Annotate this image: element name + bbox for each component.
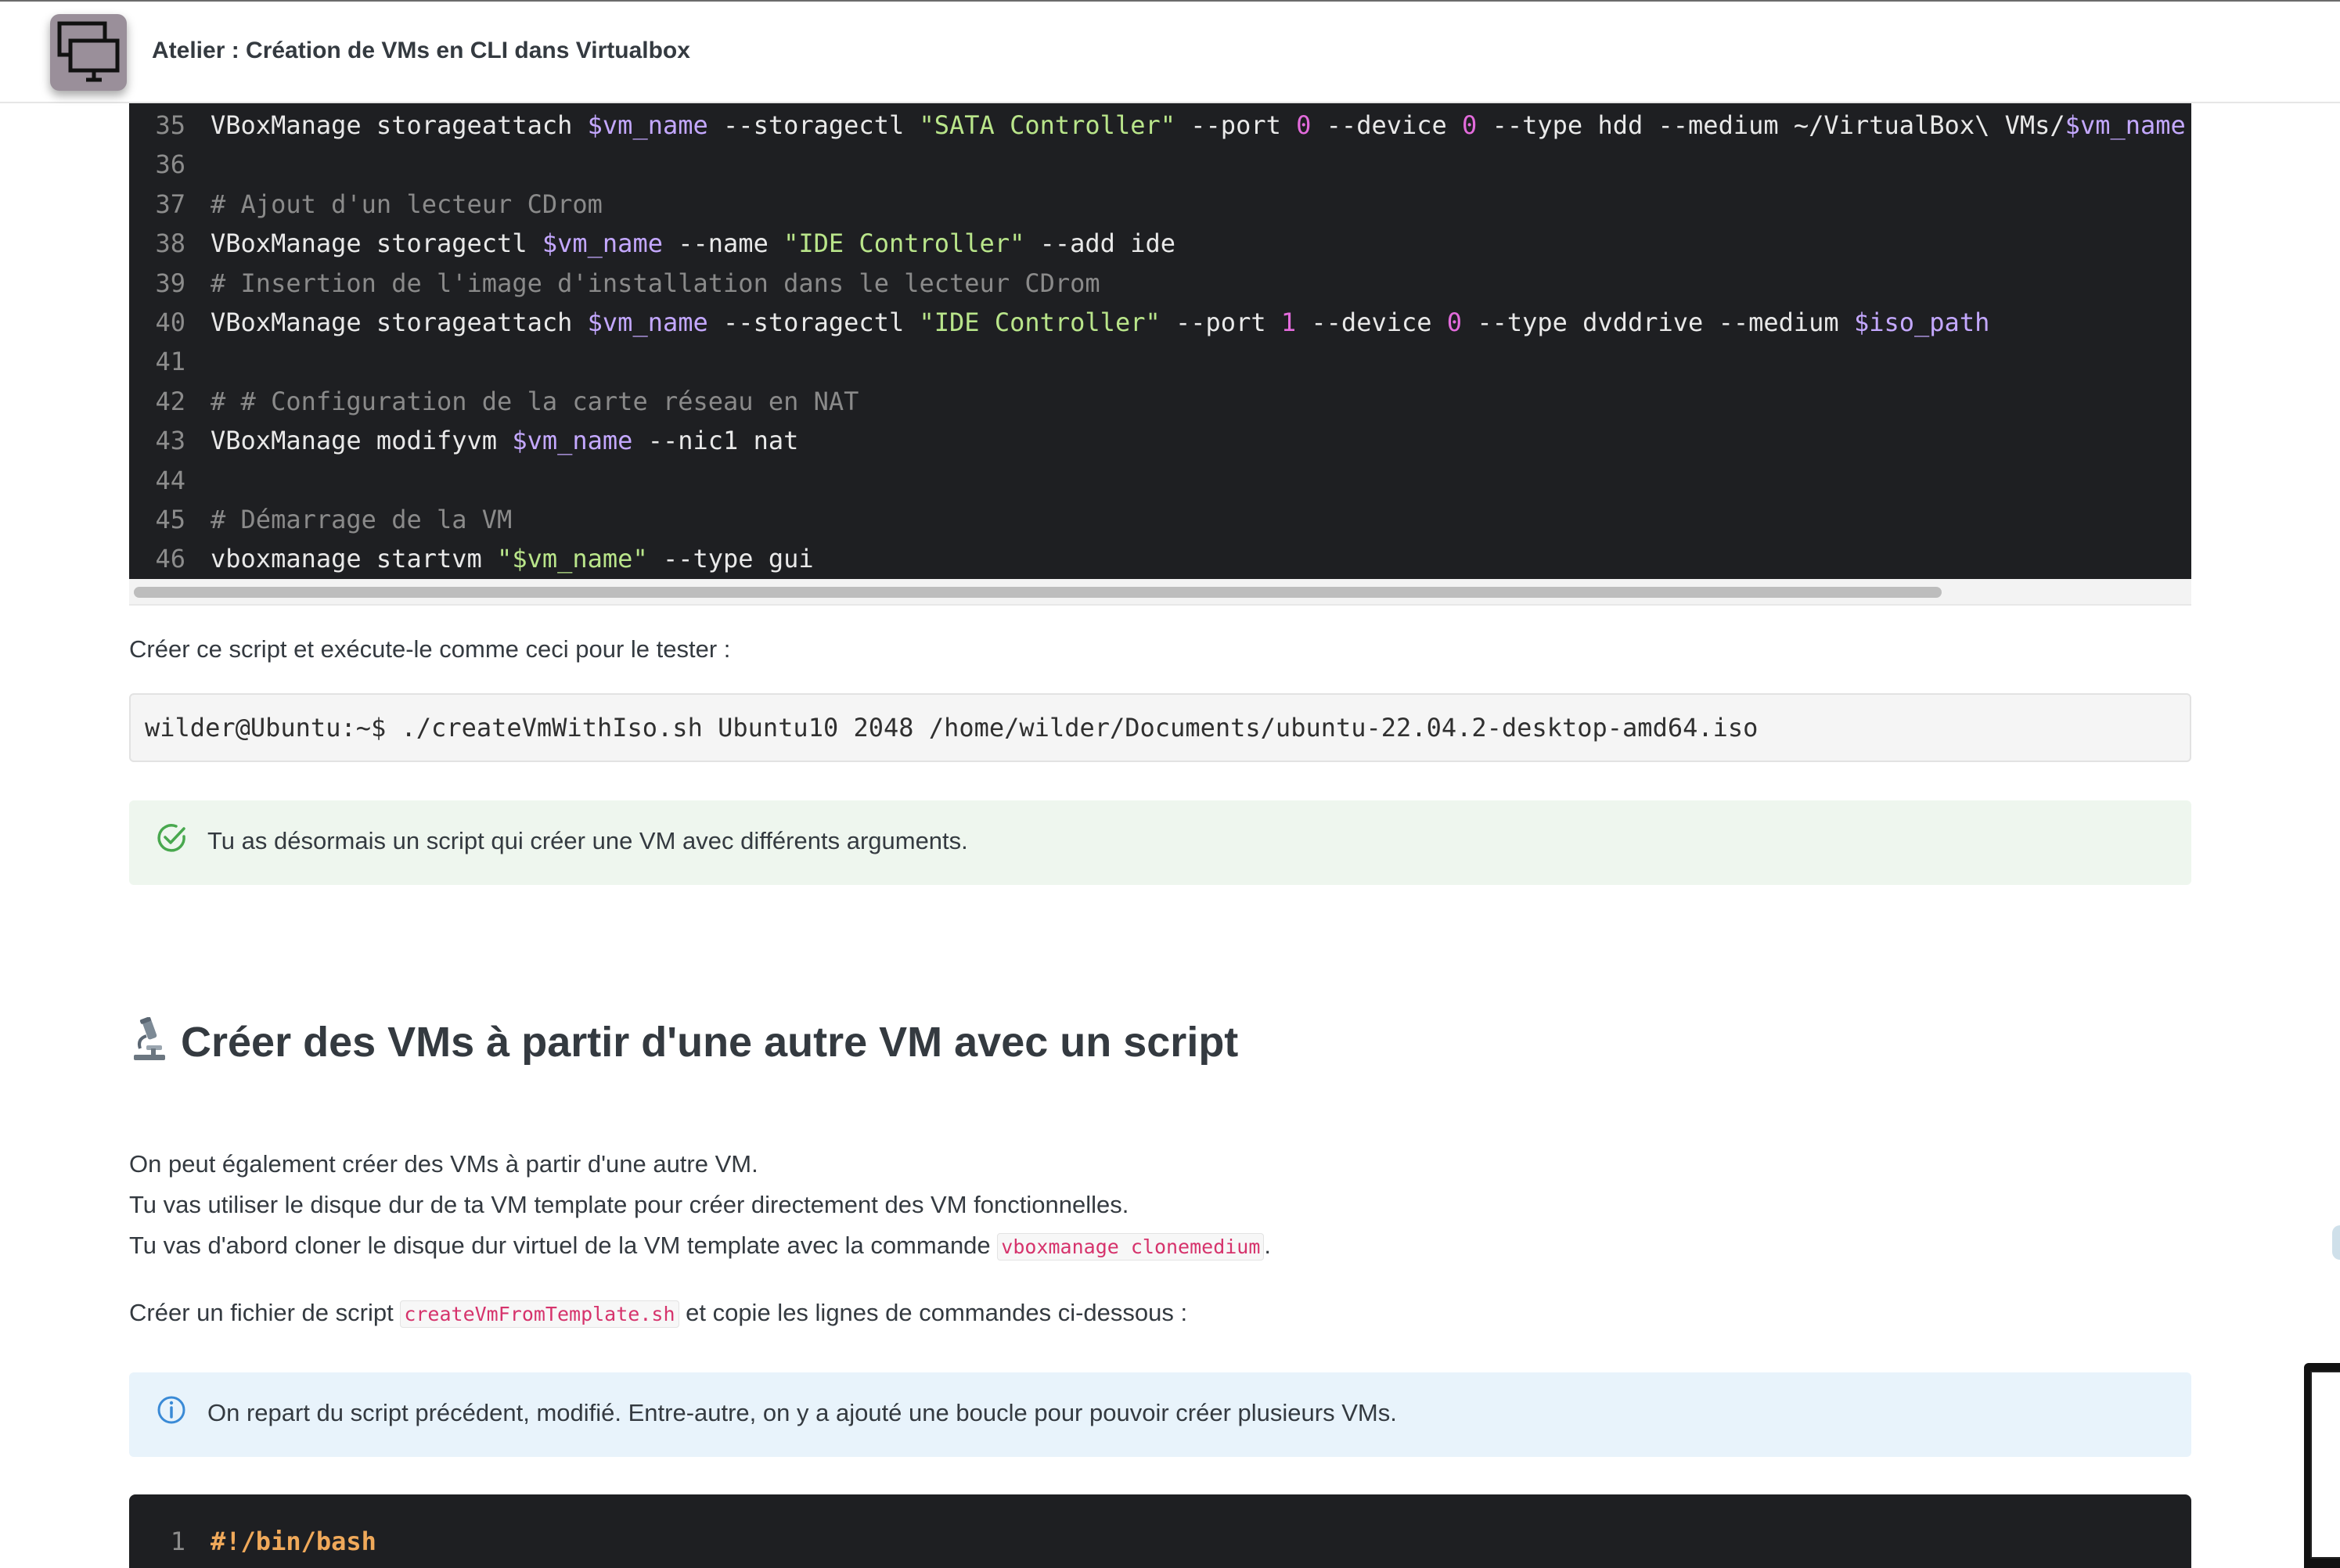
line-number: 37 (155, 189, 185, 219)
code-token: #!/bin/bash (211, 1527, 376, 1556)
paragraph-create-script-suffix: et copie les lignes de commandes ci-dess… (679, 1299, 1188, 1326)
code-line: 45 # Démarrage de la VM (129, 501, 512, 538)
info-circle-icon (157, 1396, 185, 1424)
line-number: 44 (155, 465, 185, 495)
section-heading: Créer des VMs à partir d'une autre VM av… (129, 1017, 1238, 1066)
microscope-icon (134, 1017, 165, 1060)
code-token: "IDE Controller" (783, 228, 1025, 259)
code-line: 35 VBoxManage storageattach $vm_name --st… (129, 106, 2186, 144)
line-number: 36 (155, 149, 185, 180)
code-token: $vm_name (587, 307, 708, 337)
side-panel-fragment[interactable] (2304, 1363, 2340, 1568)
paragraph-line-2: Tu vas utiliser le disque dur de ta VM t… (129, 1191, 1129, 1218)
paragraph-line-1: On peut également créer des VMs à partir… (129, 1150, 758, 1178)
code-token: --nic1 nat (632, 426, 799, 456)
code-token: --type gui (647, 544, 814, 574)
line-number: 42 (155, 386, 185, 416)
check-circle-icon (157, 824, 185, 852)
paragraph-line-3-suffix: . (1264, 1232, 1272, 1259)
code-token: "IDE Controller" (919, 307, 1161, 337)
code-token: --device (1296, 307, 1447, 337)
code-token: --storagectl (707, 110, 920, 140)
line-number: 39 (155, 268, 185, 298)
top-bar: Atelier : Création de VMs en CLI dans Vi… (0, 0, 2340, 103)
code-token: $vm_name (542, 228, 663, 259)
code-token: VBoxManage modifyvm (211, 426, 513, 456)
success-callout-text: Tu as désormais un script qui créer une … (207, 827, 968, 854)
side-widget-edge[interactable] (2332, 1225, 2340, 1260)
code-token: # # Configuration de la carte réseau en … (211, 386, 859, 416)
code-line: 40 VBoxManage storageattach $vm_name --st… (129, 304, 1989, 341)
code-line: 46 vboxmanage startvm "$vm_name" --type g… (129, 540, 814, 577)
code-token: # Insertion de l'image d'installation da… (211, 268, 1100, 298)
code-line: 44 (129, 462, 211, 499)
code-line: 42 # # Configuration de la carte réseau e… (129, 383, 859, 420)
paragraph-create-script: Créer un fichier de script createVmFromT… (129, 1299, 1188, 1328)
code-token: "$vm_name" (497, 544, 648, 574)
section-heading-text: Créer des VMs à partir d'une autre VM av… (181, 1019, 1239, 1066)
line-number: 45 (155, 505, 185, 534)
run-script-paragraph: Créer ce script et exécute-le comme ceci… (129, 635, 731, 663)
code-token: --port (1160, 307, 1281, 337)
code-token: --type dvddrive --medium (1462, 307, 1854, 337)
paragraph-create-script-prefix: Créer un fichier de script (129, 1299, 401, 1326)
code-token: 0 (1296, 110, 1312, 140)
document-title: Atelier : Création de VMs en CLI dans Vi… (152, 38, 690, 63)
info-callout: On repart du script précédent, modifié. … (129, 1372, 2191, 1457)
line-number: 40 (155, 307, 185, 337)
code-token: $iso_path (1853, 307, 1990, 337)
code-token: --add ide (1024, 228, 1175, 259)
code-token: --device (1311, 110, 1463, 140)
code-token: --name (662, 228, 784, 259)
code-token: 1 (1280, 307, 1297, 337)
code-token: $vm_name (512, 426, 633, 456)
code-line: 36 (129, 146, 211, 183)
code-block-create-vm-from-template: 1 #!/bin/bash (129, 1494, 2191, 1568)
code-token: VBoxManage storagectl (211, 228, 542, 259)
code-token: 0 (1446, 307, 1463, 337)
paragraph-line-3-prefix: Tu vas d'abord cloner le disque dur virt… (129, 1232, 998, 1259)
inline-code-script-filename: createVmFromTemplate.sh (400, 1300, 679, 1328)
line-number: 35 (155, 110, 185, 140)
code-block-create-vm-with-iso: 35 VBoxManage storageattach $vm_name --st… (129, 103, 2191, 579)
code-line: 38 VBoxManage storagectl $vm_name --name … (129, 225, 1175, 262)
line-number: 41 (155, 347, 185, 377)
code-token: # Ajout d'un lecteur CDrom (211, 189, 603, 219)
line-number: 38 (155, 228, 185, 259)
code-line: 37 # Ajout d'un lecteur CDrom (129, 185, 603, 223)
code-line: 39 # Insertion de l'image d'installation … (129, 264, 1100, 302)
line-number: 43 (155, 426, 185, 456)
line-number: 46 (155, 544, 185, 574)
code-line: 43 VBoxManage modifyvm $vm_name --nic1 na… (129, 422, 798, 459)
code-token: # Démarrage de la VM (211, 505, 513, 534)
code-token: $vm_name (2065, 110, 2186, 140)
code-token: --port (1175, 110, 1297, 140)
code-token: --type hdd --medium ~/VirtualBox\ VMs/ (1477, 110, 2065, 140)
horizontal-scrollbar[interactable] (129, 579, 2191, 606)
paragraph-line-3: Tu vas d'abord cloner le disque dur virt… (129, 1232, 1272, 1261)
inline-code-clonemedium: vboxmanage clonemedium (997, 1233, 1265, 1261)
terminal-command-block: wilder@Ubuntu:~$ ./createVmWithIso.sh Ub… (129, 693, 2191, 762)
code-line: 41 (129, 343, 211, 380)
code-line: 1 #!/bin/bash (129, 1523, 376, 1560)
monitor-windows-icon[interactable] (50, 14, 127, 91)
code-token: 0 (1462, 110, 1478, 140)
success-callout: Tu as désormais un script qui créer une … (129, 800, 2191, 885)
code-token: VBoxManage storageattach (211, 307, 588, 337)
info-callout-text: On repart du script précédent, modifié. … (207, 1399, 1397, 1426)
code-token: "SATA Controller" (919, 110, 1175, 140)
code-token: --storagectl (707, 307, 920, 337)
scrollbar-thumb[interactable] (134, 587, 1942, 598)
code-token: $vm_name (587, 110, 708, 140)
code-token: vboxmanage startvm (211, 544, 498, 574)
line-number: 1 (170, 1527, 185, 1556)
code-token: VBoxManage storageattach (211, 110, 588, 140)
